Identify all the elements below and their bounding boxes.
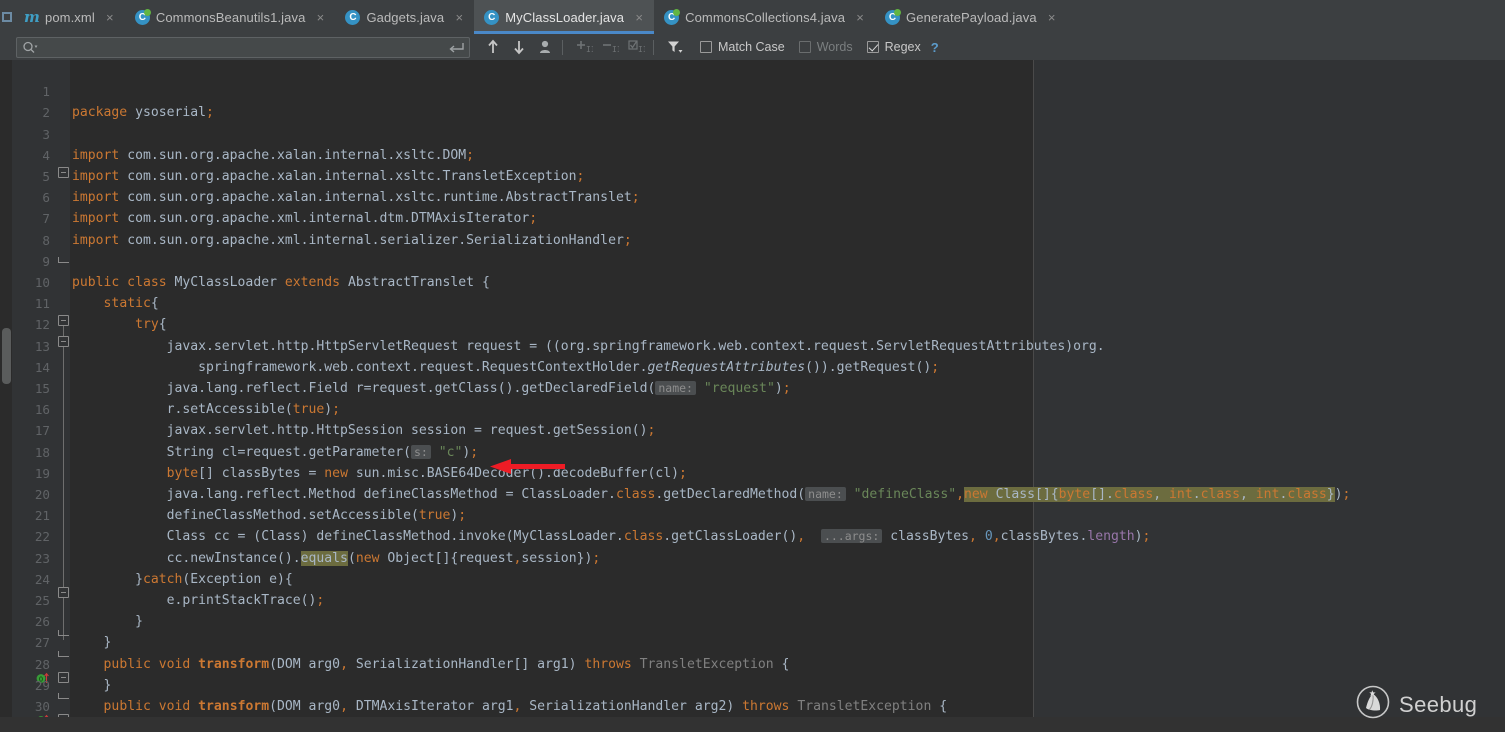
code-line[interactable]: 8 xyxy=(0,208,1505,229)
svg-text:II: II xyxy=(638,45,645,54)
code-line[interactable]: 3 import com.sun.org.apache.xalan.intern… xyxy=(0,102,1505,123)
tab-pom-xml[interactable]: m pom.xml × xyxy=(14,0,125,34)
java-class-icon: C xyxy=(345,10,360,25)
code-line[interactable]: 14 java.lang.reflect.Field r=request.get… xyxy=(0,336,1505,357)
checkbox-label: Regex xyxy=(885,40,921,54)
search-input[interactable] xyxy=(38,39,446,56)
checkbox-label: Match Case xyxy=(718,40,785,54)
code-line[interactable]: 2 xyxy=(0,81,1505,102)
remove-selection-icon[interactable]: II xyxy=(599,36,621,58)
enter-icon[interactable] xyxy=(446,40,466,55)
editor-tab-bar: m pom.xml × C CommonsBeanutils1.java × C… xyxy=(0,0,1505,35)
watermark-label: Seebug xyxy=(1399,692,1477,718)
seebug-watermark: Seebug xyxy=(1355,684,1477,725)
match-case-checkbox[interactable]: Match Case xyxy=(700,40,785,54)
regex-checkbox[interactable]: Regex xyxy=(867,40,921,54)
code-line[interactable]: 20 defineClassMethod.setAccessible(true)… xyxy=(0,463,1505,484)
filter-icon[interactable] xyxy=(664,36,686,58)
checkbox-box xyxy=(700,41,712,53)
close-icon[interactable]: × xyxy=(633,11,645,24)
code-line[interactable]: 10 static{ xyxy=(0,251,1505,272)
code-line[interactable]: 4 import com.sun.org.apache.xalan.intern… xyxy=(0,124,1505,145)
select-all-icon[interactable]: II xyxy=(625,36,647,58)
code-line[interactable]: 19 java.lang.reflect.Method defineClassM… xyxy=(0,442,1505,463)
tab-label: CommonsCollections4.java xyxy=(685,10,845,25)
ide-window: m pom.xml × C CommonsBeanutils1.java × C… xyxy=(0,0,1505,732)
checkbox-box xyxy=(799,41,811,53)
code-line[interactable]: 27 public void transform(DOM arg0, Seria… xyxy=(0,611,1505,632)
checkbox-label: Words xyxy=(817,40,853,54)
java-class-icon: C xyxy=(484,10,499,25)
code-line[interactable]: 1 package ysoserial; xyxy=(0,60,1505,81)
tab-commonscollections4-java[interactable]: C CommonsCollections4.java × xyxy=(654,0,875,34)
find-toolbar: II II II Match Case xyxy=(0,34,1505,61)
red-arrow-annotation xyxy=(489,458,567,476)
close-icon[interactable]: × xyxy=(854,11,866,24)
close-icon[interactable]: × xyxy=(104,11,116,24)
code-line[interactable]: 15 r.setAccessible(true); xyxy=(0,357,1505,378)
find-previous-icon[interactable] xyxy=(482,36,504,58)
java-class-icon: C xyxy=(135,10,150,25)
checkbox-box xyxy=(867,41,879,53)
code-line[interactable]: 31 } xyxy=(0,696,1505,717)
code-line[interactable]: 28 } xyxy=(0,632,1505,653)
toolbar-separator xyxy=(562,40,563,55)
code-line[interactable]: 24 e.printStackTrace(); xyxy=(0,548,1505,569)
code-line[interactable]: 18 byte[] classBytes = new sun.misc.BASE… xyxy=(0,420,1505,441)
tab-commonsbeanutils1-java[interactable]: C CommonsBeanutils1.java × xyxy=(125,0,336,34)
add-selection-icon[interactable]: II xyxy=(573,36,595,58)
tab-myclassloader-java[interactable]: C MyClassLoader.java × xyxy=(474,0,654,34)
code-line-current[interactable]: 32 xyxy=(0,717,1505,732)
tab-label: GeneratePayload.java xyxy=(906,10,1037,25)
code-line[interactable]: 23 }catch(Exception e){ xyxy=(0,526,1505,547)
help-icon[interactable]: ? xyxy=(931,40,939,55)
code-line[interactable]: 30 } xyxy=(0,675,1505,696)
code-line[interactable]: 21 Class cc = (Class) defineClassMethod.… xyxy=(0,484,1505,505)
code-line[interactable]: 22 cc.newInstance().equals(new Object[]{… xyxy=(0,505,1505,526)
project-pane-icon xyxy=(2,12,12,22)
close-icon[interactable]: × xyxy=(453,11,465,24)
search-icon[interactable] xyxy=(22,40,38,55)
close-icon[interactable]: × xyxy=(314,11,326,24)
tab-label: CommonsBeanutils1.java xyxy=(156,10,306,25)
tab-label: Gadgets.java xyxy=(366,10,444,25)
svg-text:II: II xyxy=(612,45,619,54)
tab-label: pom.xml xyxy=(45,10,95,25)
code-line[interactable]: 12 javax.servlet.http.HttpServletRequest… xyxy=(0,293,1505,314)
code-line[interactable]: 16 javax.servlet.http.HttpSession sessio… xyxy=(0,378,1505,399)
java-class-icon: C xyxy=(664,10,679,25)
tab-generatepayload-java[interactable]: C GeneratePayload.java × xyxy=(875,0,1067,34)
find-next-icon[interactable] xyxy=(508,36,530,58)
code-line[interactable]: 6 import com.sun.org.apache.xml.internal… xyxy=(0,166,1505,187)
svg-text:II: II xyxy=(586,45,593,54)
tab-bar-leading-icon xyxy=(0,0,14,34)
code-line[interactable]: 26 } xyxy=(0,590,1505,611)
java-class-icon: C xyxy=(885,10,900,25)
code-line[interactable]: 13 springframework.web.context.request.R… xyxy=(0,314,1505,335)
maven-icon: m xyxy=(24,10,39,25)
close-icon[interactable]: × xyxy=(1046,11,1058,24)
toolbar-separator xyxy=(653,40,654,55)
code-line[interactable]: 7 import com.sun.org.apache.xml.internal… xyxy=(0,187,1505,208)
tab-label: MyClassLoader.java xyxy=(505,10,624,25)
search-field-wrapper[interactable] xyxy=(16,37,470,58)
code-line[interactable]: 17 String cl=request.getParameter(s: "c"… xyxy=(0,399,1505,420)
code-lines[interactable]: 1 package ysoserial; 2 3 import com.sun.… xyxy=(0,60,1505,732)
code-line[interactable]: 25 } xyxy=(0,569,1505,590)
code-line[interactable]: 29 public void transform(DOM arg0, DTMAx… xyxy=(0,654,1505,675)
code-line[interactable]: 5 import com.sun.org.apache.xalan.intern… xyxy=(0,145,1505,166)
tab-gadgets-java[interactable]: C Gadgets.java × xyxy=(335,0,474,34)
words-checkbox[interactable]: Words xyxy=(799,40,853,54)
code-line[interactable]: 11 try{ xyxy=(0,272,1505,293)
select-all-occurrences-icon[interactable] xyxy=(534,36,556,58)
code-editor[interactable]: O O 1 package ysoserial; 2 3 import xyxy=(0,60,1505,732)
code-line[interactable]: 9 public class MyClassLoader extends Abs… xyxy=(0,230,1505,251)
seebug-bug-logo xyxy=(1355,684,1391,725)
